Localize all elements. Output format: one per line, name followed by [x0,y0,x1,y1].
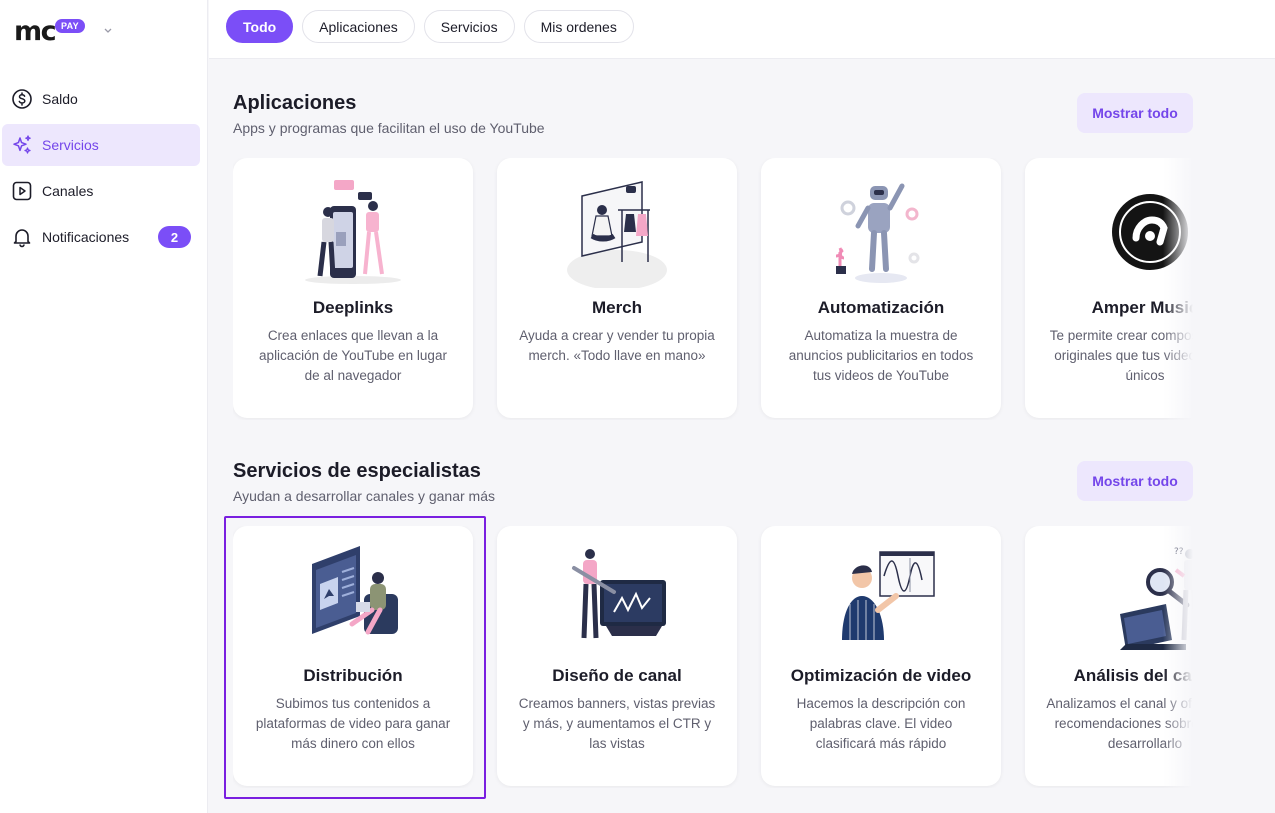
card-title: Merch [591,298,643,317]
sidebar-item-label: Canales [42,183,94,199]
card-description: Automatiza la muestra de anuncios public… [788,328,974,383]
tab-aplicaciones[interactable]: Aplicaciones [302,10,415,43]
sparkles-icon [11,134,33,156]
card-deeplinks[interactable]: Deeplinks Crea enlaces que llevan a la a… [233,158,473,418]
card-optimizacion-de-video[interactable]: Optimización de video Hacemos la descrip… [761,526,1001,786]
sidebar: mc PAY Saldo Servicios Canales Notificac… [0,0,208,813]
section-subtitle-aplicaciones: Apps y programas que facilitan el uso de… [233,120,545,136]
notification-count-badge: 2 [158,226,191,248]
presenter-chart-illustration [761,544,1001,656]
sidebar-nav: Saldo Servicios Canales Notificaciones 2 [0,78,208,262]
logo[interactable]: mc PAY [14,16,112,47]
chevron-down-icon[interactable] [102,24,114,36]
card-title: Optimización de video [790,666,972,685]
tab-todo[interactable]: Todo [226,10,294,43]
bell-icon [11,226,33,248]
aplicaciones-carousel: Deeplinks Crea enlaces que llevan a la a… [233,158,1193,420]
sidebar-item-notificaciones[interactable]: Notificaciones 2 [2,216,200,258]
selected-card-highlight [224,516,486,799]
top-bar: Todo Aplicaciones Servicios Mis ordenes [209,0,1275,59]
card-merch[interactable]: Merch Ayuda a crear y vender tu propia m… [497,158,737,418]
people-phone-illustration [233,176,473,288]
clothing-rack-illustration [497,176,737,288]
sidebar-item-saldo[interactable]: Saldo [2,78,200,120]
sidebar-item-label: Saldo [42,91,78,107]
tab-servicios[interactable]: Servicios [423,10,515,43]
card-title: Deeplinks [312,298,394,317]
card-title: Diseño de canal [552,666,682,685]
designer-tablet-illustration [497,544,737,656]
dollar-circle-icon [11,88,33,110]
sidebar-item-servicios[interactable]: Servicios [2,124,200,166]
carousel-fade [1163,158,1193,420]
section-title-aplicaciones: Aplicaciones [233,92,357,114]
sidebar-item-canales[interactable]: Canales [2,170,200,212]
card-description: Crea enlaces que llevan a la aplicación … [259,328,447,383]
carousel-fade [1163,526,1193,788]
filter-tabs: Todo Aplicaciones Servicios Mis ordenes [226,10,634,43]
sidebar-item-label: Servicios [42,137,99,153]
card-description: Ayuda a crear y vender tu propia merch. … [519,328,715,363]
card-diseno-de-canal[interactable]: Diseño de canal Creamos banners, vistas … [497,526,737,786]
card-title: Automatización [817,298,945,317]
section-title-especialistas: Servicios de especialistas [233,460,481,482]
tab-mis-ordenes[interactable]: Mis ordenes [523,10,634,43]
robot-illustration [761,176,1001,288]
card-automatizacion[interactable]: Automatización Automatiza la muestra de … [761,158,1001,418]
sidebar-item-label: Notificaciones [42,229,130,245]
show-all-aplicaciones-button[interactable]: Mostrar todo [1077,93,1193,133]
logo-pay-badge: PAY [55,19,85,33]
play-square-icon [11,180,33,202]
show-all-especialistas-button[interactable]: Mostrar todo [1077,461,1193,501]
card-description: Hacemos la descripción con palabras clav… [796,696,966,751]
logo-text: mc [14,16,57,47]
card-description: Creamos banners, vistas previas y más, y… [518,696,716,751]
section-subtitle-especialistas: Ayudan a desarrollar canales y ganar más [233,488,496,504]
